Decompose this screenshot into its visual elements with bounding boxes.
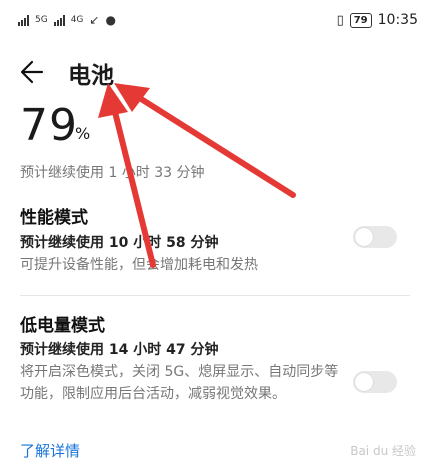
learn-more-link[interactable]: 了解详情 [20,440,80,461]
watermark: Bai du 经验 [350,444,416,458]
performance-mode-toggle[interactable] [353,226,397,248]
toggle-knob [355,228,373,246]
status-bar: 5G 4G ↙ ● ▯ 79 10:35 [0,0,430,44]
sim2-signal-icon [53,14,65,26]
vibrate-icon: ▯ [336,12,344,28]
sim1-signal-icon [18,14,29,26]
divider [20,295,410,296]
sim2-network-label: 4G [70,15,84,25]
battery-percent-unit: % [75,124,91,143]
low-power-mode-description: 将开启深色模式，关闭 5G、熄屏显示、自动同步等功能，限制应用后台活动，减弱视觉… [20,364,339,402]
low-power-mode-title: 低电量模式 [20,316,105,336]
toggle-knob [355,373,373,391]
battery-remaining-time: 预计继续使用 1 小时 33 分钟 [20,165,205,181]
performance-mode-title: 性能模式 [20,208,88,228]
performance-mode-description: 可提升设备性能，但会增加耗电和发热 [20,257,258,273]
status-right: ▯ 79 10:35 [337,12,418,28]
page-title: 电池 [68,63,114,89]
battery-icon: 79 [349,12,372,28]
status-left: 5G 4G ↙ ● [18,13,116,27]
low-power-mode-toggle[interactable] [353,371,397,393]
missed-call-icon: ↙ [89,13,100,27]
clock: 10:35 [377,12,418,28]
sim1-network-label: 5G [35,15,48,25]
low-power-mode-time: 预计继续使用 14 小时 47 分钟 [20,342,219,358]
back-arrow-icon[interactable] [18,57,48,87]
message-icon: ● [105,13,116,27]
battery-percent-value: 79 [20,100,78,151]
performance-mode-time: 预计继续使用 10 小时 58 分钟 [20,235,219,251]
